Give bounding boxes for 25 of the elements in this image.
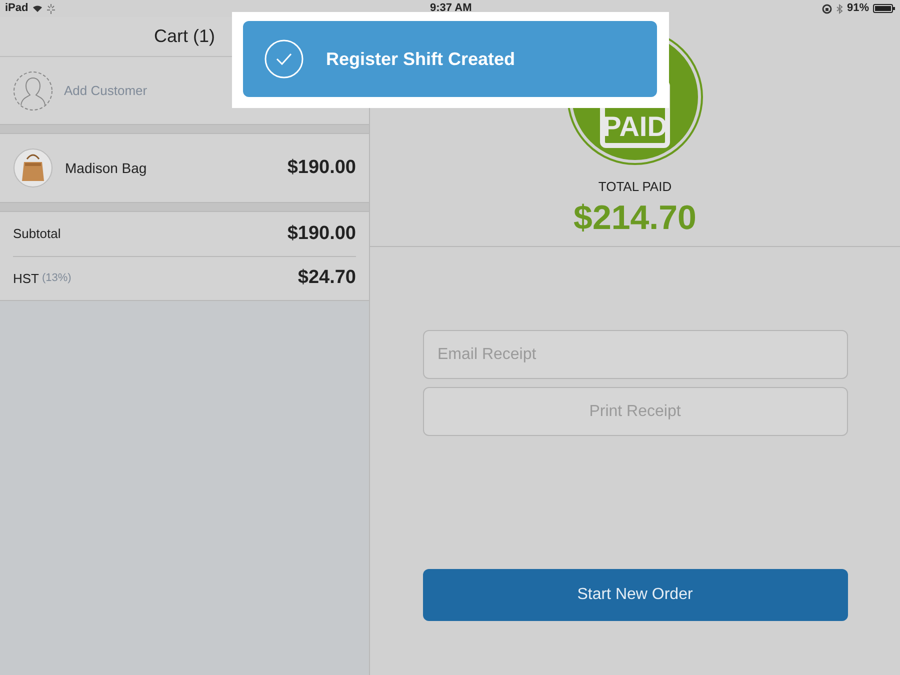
battery-icon [873, 4, 895, 13]
cart-title: Cart (1) [154, 25, 215, 48]
total-paid-label: TOTAL PAID [598, 178, 672, 196]
device-label: iPad [5, 1, 28, 16]
tax-rate: (13%) [42, 271, 72, 286]
person-icon [13, 70, 53, 110]
total-value: $190.00 [287, 222, 356, 246]
start-new-order-button[interactable]: Start New Order [422, 569, 848, 621]
check-circle-icon [264, 39, 304, 79]
paid-stamp-text: PAID [602, 113, 668, 141]
clock-text: 9:37 AM [430, 1, 472, 16]
bluetooth-icon [836, 4, 843, 14]
toast-message: Register Shift Created [326, 48, 516, 71]
total-paid-amount: $214.70 [574, 198, 696, 238]
email-receipt-field[interactable]: Email Receipt [422, 330, 848, 379]
total-label: HST [13, 270, 39, 288]
activity-icon [47, 4, 56, 14]
item-name: Madison Bag [65, 158, 147, 178]
cart-item-row[interactable]: Madison Bag $190.00 [0, 134, 369, 202]
lock-rotation-icon [822, 4, 832, 14]
total-value: $24.70 [298, 266, 356, 290]
battery-percent: 91% [846, 1, 869, 16]
wifi-icon [32, 4, 44, 13]
item-price: $190.00 [287, 156, 356, 180]
total-label: Subtotal [13, 225, 61, 244]
